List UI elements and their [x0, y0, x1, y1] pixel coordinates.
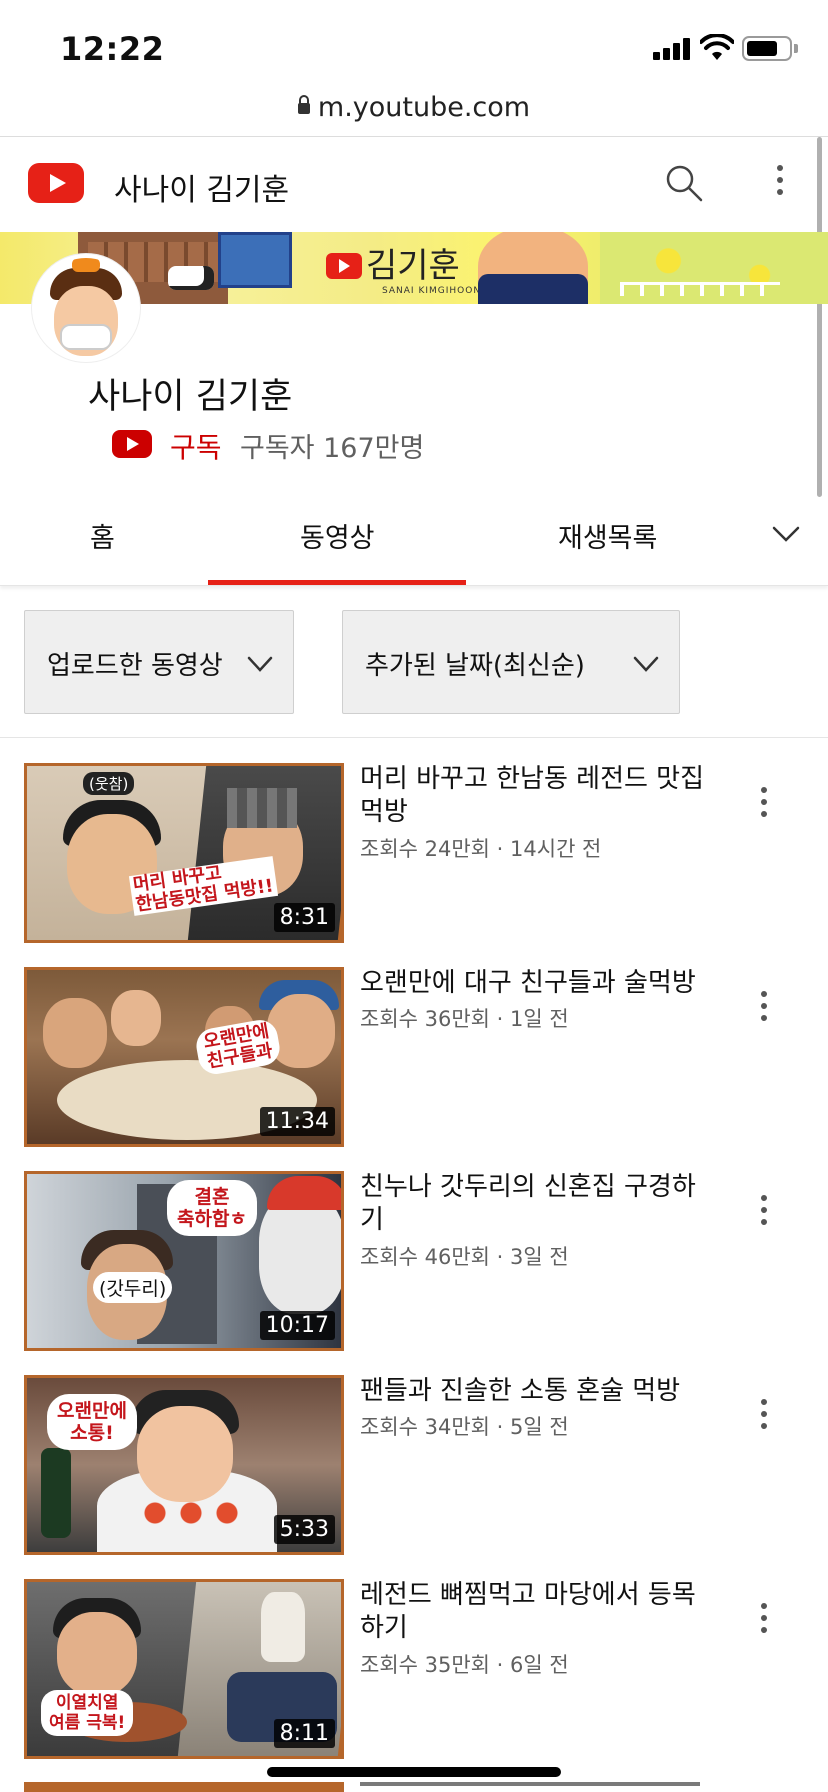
video-more-icon[interactable]: [756, 787, 772, 823]
url-bar[interactable]: m.youtube.com: [0, 92, 828, 136]
banner-fence: [620, 282, 780, 296]
thumbnail-image: 오랜만에 소통! 5:33: [27, 1378, 341, 1552]
status-bar: 12:22: [0, 0, 828, 92]
video-meta: 조회수 36만회 · 1일 전: [360, 1007, 569, 1031]
thumbnail-image: 오랜만에 친구들과 11:34: [27, 970, 341, 1144]
more-options-icon[interactable]: [770, 165, 790, 201]
battery-level: [747, 41, 777, 56]
video-meta: 조회수 35만회 · 6일 전: [360, 1653, 569, 1677]
video-thumbnail[interactable]: 이열치열 여름 극복! 8:11: [24, 1579, 344, 1759]
video-meta: 조회수 24만회 · 14시간 전: [360, 837, 602, 861]
thumb-caption: 오랜만에 소통!: [47, 1394, 137, 1450]
thumb-tag: (갓두리): [93, 1272, 173, 1303]
video-item[interactable]: 이열치열 여름 극복! 8:11 레전드 뼈찜먹고 마당에서 등목하기 조회수 …: [0, 1579, 828, 1759]
subscriber-count: 구독자 167만명: [240, 433, 425, 464]
video-duration: 8:31: [273, 903, 335, 932]
banner-subtext: SANAI KIMGIHOON: [382, 286, 482, 296]
thumb-blur: [227, 788, 297, 828]
video-item[interactable]: 오랜만에 소통! 5:33 팬들과 진솔한 소통 혼술 먹방 조회수 34만회 …: [0, 1375, 828, 1555]
cellular-signal-icon: [653, 36, 691, 60]
video-meta: 조회수 46만회 · 3일 전: [360, 1245, 569, 1269]
video-thumbnail[interactable]: 결혼 축하함ㅎ (갓두리) 10:17: [24, 1171, 344, 1351]
video-thumbnail[interactable]: 오랜만에 소통! 5:33: [24, 1375, 344, 1555]
video-more-icon[interactable]: [756, 1195, 772, 1231]
video-item-peek: [0, 1782, 828, 1792]
video-duration: 5:33: [273, 1515, 335, 1544]
banner-play-icon: [326, 253, 362, 279]
thumb-caption: 이열치열 여름 극복!: [41, 1690, 134, 1736]
thumb-person-face: [137, 1406, 233, 1502]
video-thumbnail[interactable]: 오랜만에 친구들과 11:34: [24, 967, 344, 1147]
banner-character: [478, 232, 588, 304]
thumb-person2: [259, 1194, 341, 1314]
thumbnail-image: 이열치열 여름 극복! 8:11: [27, 1582, 341, 1756]
scrollbar[interactable]: [817, 137, 822, 497]
tab-home[interactable]: 홈: [90, 516, 115, 555]
video-meta: 조회수 34만회 · 5일 전: [360, 1415, 569, 1439]
video-more-icon[interactable]: [756, 1399, 772, 1435]
tab-videos[interactable]: 동영상: [300, 516, 375, 555]
video-title[interactable]: 머리 바꾸고 한남동 레전드 맛집 먹방: [360, 763, 710, 829]
upload-type-dropdown[interactable]: 업로드한 동영상: [24, 610, 294, 714]
video-duration: 8:11: [273, 1719, 335, 1748]
battery-icon: [742, 36, 792, 61]
video-more-icon[interactable]: [756, 1603, 772, 1639]
thumb-tag: (웃참): [83, 772, 135, 795]
video-title[interactable]: 친누나 갓두리의 신혼집 구경하기: [360, 1171, 710, 1237]
peek-title: [360, 1782, 700, 1792]
video-item[interactable]: 결혼 축하함ㅎ (갓두리) 10:17 친누나 갓두리의 신혼집 구경하기 조회…: [0, 1171, 828, 1351]
channel-name: 사나이 김기훈: [88, 377, 293, 417]
thumbnail-image: 결혼 축하함ㅎ (갓두리) 10:17: [27, 1174, 341, 1348]
chevron-down-icon: [633, 656, 659, 672]
thumbnail-image: (웃참) 머리 바꾸고 한남동맛집 먹방!! 8:31: [27, 766, 341, 940]
video-title[interactable]: 레전드 뼈찜먹고 마당에서 등목하기: [360, 1579, 710, 1645]
subscribe-youtube-icon[interactable]: [112, 430, 152, 458]
banner-cow: [168, 266, 214, 290]
subscribe-button[interactable]: 구독: [170, 426, 222, 466]
app-header: 사나이 김기훈: [0, 137, 828, 231]
sort-order-dropdown[interactable]: 추가된 날짜(최신순): [342, 610, 680, 714]
thumb-bottle: [41, 1448, 71, 1538]
youtube-logo-icon[interactable]: [28, 163, 84, 203]
url-text: m.youtube.com: [317, 92, 531, 123]
chevron-down-icon[interactable]: [772, 524, 800, 544]
banner-screen: [218, 232, 292, 288]
status-time: 12:22: [60, 30, 165, 68]
video-duration: 10:17: [259, 1311, 335, 1340]
upload-type-label: 업로드한 동영상: [47, 651, 223, 681]
tab-selected-indicator: [208, 580, 466, 585]
sort-order-label: 추가된 날짜(최신순): [365, 651, 585, 681]
video-duration: 11:34: [259, 1107, 335, 1136]
thumb-food: [137, 1498, 257, 1528]
thumb-person: [111, 990, 161, 1046]
tab-playlists[interactable]: 재생목록: [558, 516, 657, 555]
video-more-icon[interactable]: [756, 991, 772, 1027]
channel-tabs: 홈 동영상 재생목록: [0, 490, 828, 586]
filter-divider: [0, 737, 828, 738]
thumb-person2: [261, 1592, 305, 1662]
banner-logo: 김기훈: [326, 238, 460, 287]
video-title[interactable]: 오랜만에 대구 친구들과 술먹방: [360, 967, 710, 1000]
avatar-bow: [72, 258, 100, 272]
video-title[interactable]: 팬들과 진솔한 소통 혼술 먹방: [360, 1375, 710, 1408]
thumb-person-face: [57, 1612, 137, 1696]
avatar-mask: [60, 324, 112, 350]
header-title: 사나이 김기훈: [114, 173, 290, 208]
channel-avatar[interactable]: [32, 254, 140, 362]
video-item[interactable]: (웃참) 머리 바꾸고 한남동맛집 먹방!! 8:31 머리 바꾸고 한남동 레…: [0, 763, 828, 943]
thumb-caption: 결혼 축하함ㅎ: [167, 1180, 257, 1236]
search-icon[interactable]: [664, 163, 704, 203]
video-thumbnail[interactable]: (웃참) 머리 바꾸고 한남동맛집 먹방!! 8:31: [24, 763, 344, 943]
peek-thumbnail: [24, 1782, 344, 1792]
wifi-icon: [700, 34, 734, 60]
video-item[interactable]: 오랜만에 친구들과 11:34 오랜만에 대구 친구들과 술먹방 조회수 36만…: [0, 967, 828, 1147]
lock-icon: [297, 95, 310, 114]
battery-cap: [794, 44, 798, 53]
chevron-down-icon: [247, 656, 273, 672]
home-indicator[interactable]: [267, 1767, 561, 1777]
banner-logo-text: 김기훈: [366, 246, 460, 286]
thumb-person: [43, 998, 107, 1068]
